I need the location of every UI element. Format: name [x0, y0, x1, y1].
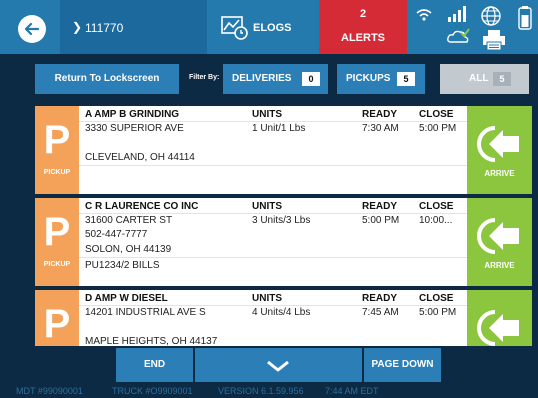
elogs-chart-icon: [221, 16, 248, 40]
arrive-arrow-icon: [477, 218, 519, 254]
end-button[interactable]: END: [116, 348, 193, 382]
ready-header: READY: [362, 201, 398, 212]
units-header: UNITS: [252, 293, 282, 304]
stop-type-letter: P: [43, 302, 71, 346]
stop-city: SOLON, OH 44139: [85, 244, 172, 255]
all-filter-button[interactable]: ALL 5: [440, 64, 529, 94]
trip-number: 111770: [85, 21, 124, 35]
stop-list[interactable]: P PICKUP A AMP B GRINDING UNITS READY CL…: [35, 106, 532, 346]
globe-check-icon: [481, 6, 501, 26]
cloud-check-icon: [447, 28, 470, 43]
arrive-arrow-icon: [477, 310, 519, 346]
back-button[interactable]: [18, 15, 46, 43]
deliveries-filter-button[interactable]: DELIVERIES 0: [223, 64, 328, 94]
printer-icon: [483, 30, 505, 50]
stop-city: CLEVELAND, OH 44114: [85, 152, 195, 163]
app-version: VERSION 6.1.59.956: [218, 386, 304, 396]
all-count: 5: [493, 72, 511, 86]
clock-time: 7:44 AM EDT: [325, 386, 379, 396]
stop-type-badge: P PICKUP: [35, 198, 79, 286]
stop-note: PU1234/2 BILLS: [85, 260, 160, 271]
back-arrow-icon: [24, 22, 40, 36]
stop-type-letter: P: [43, 118, 71, 162]
stop-ready-time: 5:00 PM: [362, 215, 400, 226]
phone-battery-icon: [518, 6, 532, 30]
scroll-down-button[interactable]: [195, 348, 362, 382]
stop-units: 4 Units/4 Lbs: [252, 307, 311, 318]
alerts-count: 2: [359, 8, 367, 20]
stop-close-time: 10:00...: [419, 215, 453, 226]
stop-type-letter: P: [43, 210, 71, 254]
units-header: UNITS: [252, 201, 282, 212]
stop-type-badge: P: [35, 290, 79, 346]
stop-address: 31600 CARTER ST: [85, 215, 173, 226]
signal-bars-icon: [448, 6, 466, 22]
units-header: UNITS: [252, 109, 282, 120]
stop-type-badge: P PICKUP: [35, 106, 79, 194]
filter-row: Return To Lockscreen Filter By: DELIVERI…: [0, 54, 538, 104]
chevron-right-icon: ❯: [72, 20, 83, 34]
stop-close-time: 5:00 PM: [419, 123, 457, 134]
arrive-label: ARRIVE: [484, 169, 515, 178]
stop-row[interactable]: P PICKUP C R LAURENCE CO INC UNITS READY…: [35, 198, 532, 286]
mdt-number: MDT #99090001: [16, 386, 83, 396]
stop-units: 3 Units/3 Lbs: [252, 215, 311, 226]
arrive-arrow-icon: [477, 126, 519, 162]
stop-row[interactable]: P D AMP W DIESEL UNITS READY CLOSE 14201…: [35, 290, 532, 346]
page-down-button[interactable]: PAGE DOWN: [364, 348, 441, 382]
stop-name: C R LAURENCE CO INC: [85, 201, 199, 212]
stop-ready-time: 7:30 AM: [362, 123, 399, 134]
pickups-filter-button[interactable]: PICKUPS 5: [337, 64, 425, 94]
close-header: CLOSE: [419, 109, 454, 120]
bottom-nav: END PAGE DOWN: [0, 348, 538, 384]
header-divider: [79, 213, 467, 214]
header-divider: [79, 121, 467, 122]
all-label: ALL: [469, 73, 489, 84]
stop-name: D AMP W DIESEL: [85, 293, 168, 304]
stop-row[interactable]: P PICKUP A AMP B GRINDING UNITS READY CL…: [35, 106, 532, 194]
trip-tab[interactable]: ❯ 111770: [60, 0, 207, 54]
stop-close-time: 5:00 PM: [419, 307, 457, 318]
elogs-label: ELOGS: [253, 22, 292, 34]
arrive-button[interactable]: ARRIVE: [467, 198, 532, 286]
alerts-button[interactable]: 2 ALERTS: [319, 0, 407, 54]
stop-ready-time: 7:45 AM: [362, 307, 399, 318]
stop-phone: 502-447-7777: [85, 229, 148, 240]
arrive-button[interactable]: [467, 290, 532, 346]
top-bar: ❯ 111770 ELOGS 2 ALERTS: [0, 0, 538, 54]
filter-by-label: Filter By:: [189, 74, 220, 81]
stop-type-label: PICKUP: [43, 169, 71, 176]
stop-address: 14201 INDUSTRIAL AVE S: [85, 307, 206, 318]
pickups-label: PICKUPS: [346, 73, 391, 84]
chevron-down-icon: [267, 360, 289, 372]
pickups-count: 5: [397, 72, 415, 86]
ready-header: READY: [362, 109, 398, 120]
status-footer: MDT #99090001 TRUCK #O9909001 VERSION 6.…: [0, 384, 538, 398]
header-divider: [79, 305, 467, 306]
close-header: CLOSE: [419, 293, 454, 304]
stop-name: A AMP B GRINDING: [85, 109, 180, 120]
status-icons: [408, 0, 538, 54]
deliveries-label: DELIVERIES: [232, 73, 292, 84]
return-to-lockscreen-button[interactable]: Return To Lockscreen: [35, 64, 179, 94]
wifi-icon: [416, 9, 432, 21]
alerts-label: ALERTS: [341, 32, 385, 44]
stop-city: MAPLE HEIGHTS, OH 44137: [85, 336, 218, 346]
stop-units: 1 Unit/1 Lbs: [252, 123, 306, 134]
note-divider: [79, 257, 467, 258]
arrive-label: ARRIVE: [484, 261, 515, 270]
ready-header: READY: [362, 293, 398, 304]
elogs-tab[interactable]: ELOGS: [207, 0, 319, 54]
stop-type-label: PICKUP: [43, 261, 71, 268]
truck-number: TRUCK #O9909001: [112, 386, 193, 396]
stop-address: 3330 SUPERIOR AVE: [85, 123, 184, 134]
note-divider: [79, 165, 467, 166]
deliveries-count: 0: [302, 72, 320, 86]
arrive-button[interactable]: ARRIVE: [467, 106, 532, 194]
close-header: CLOSE: [419, 201, 454, 212]
